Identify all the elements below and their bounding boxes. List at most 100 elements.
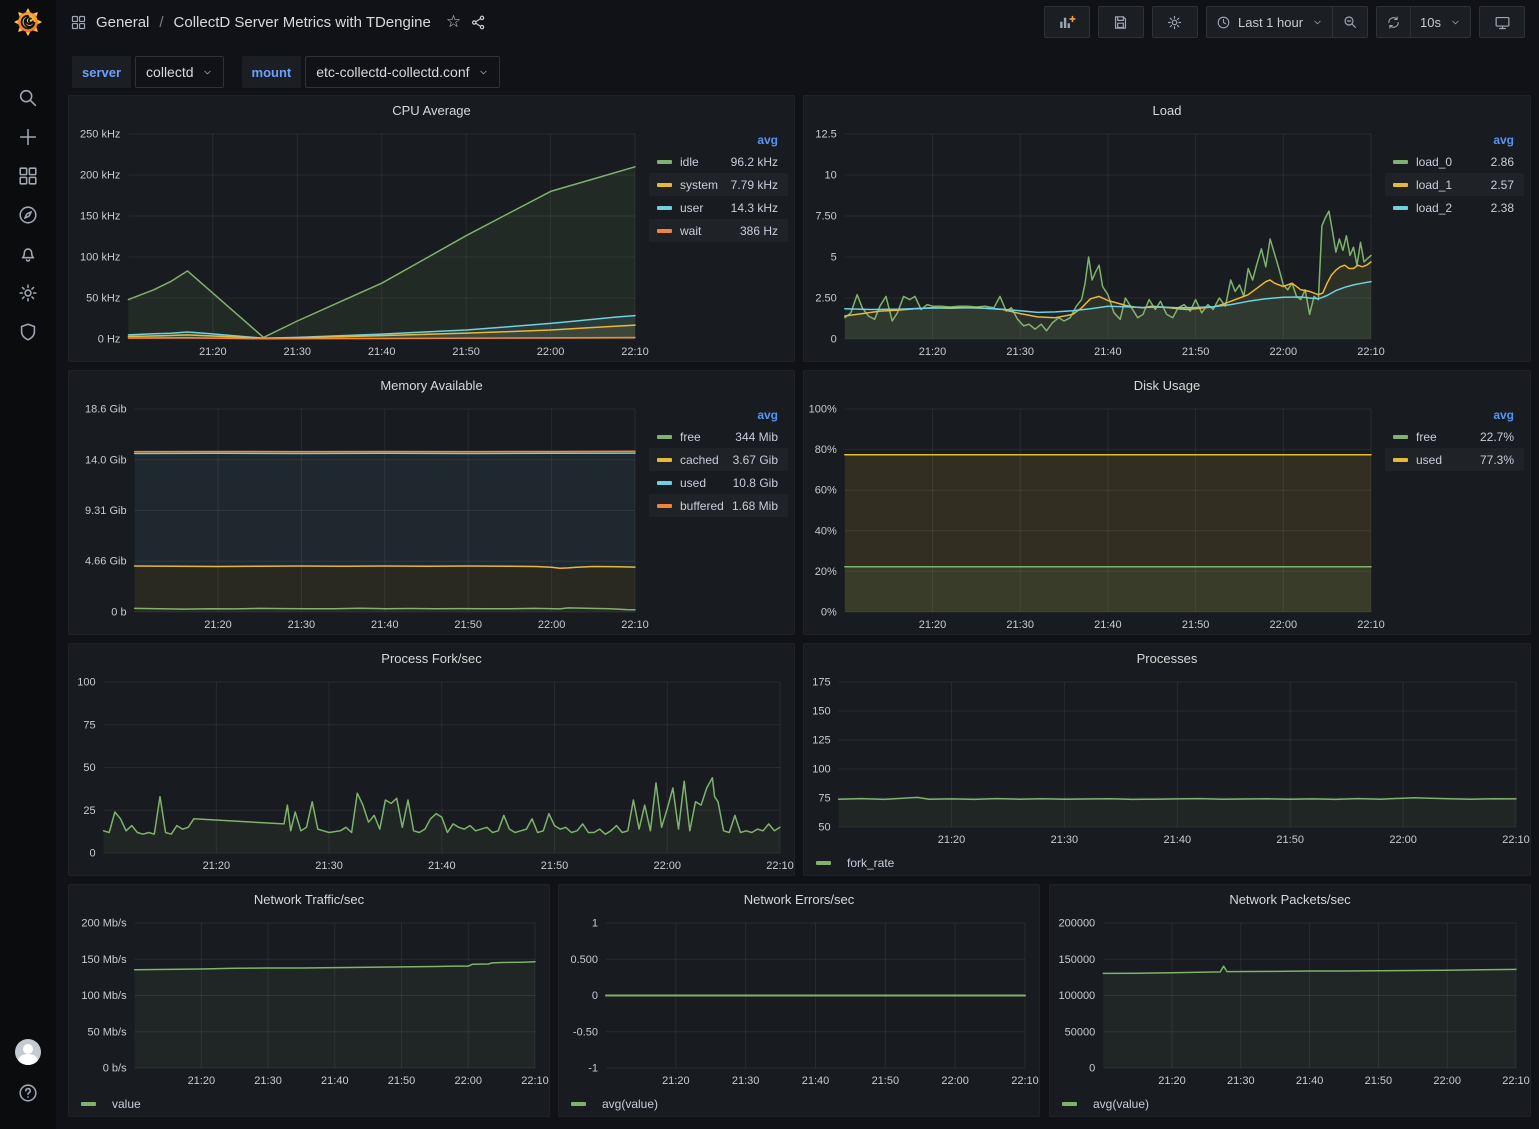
legend-row: idle96.2 kHz [649, 150, 788, 173]
svg-text:21:40: 21:40 [321, 1075, 349, 1087]
legend-series-label[interactable]: free [680, 430, 701, 444]
variable-mount: mount etc-collectd-collectd.conf [242, 56, 500, 88]
legend-bottom: avg(value) [1062, 1097, 1149, 1111]
chart-svg[interactable]: 025507510021:2021:3021:4021:5022:0022:10 [69, 672, 794, 875]
chart-svg[interactable]: -1-0.5000.500121:2021:3021:4021:5022:002… [559, 913, 1039, 1090]
svg-text:22:00: 22:00 [1389, 834, 1417, 846]
svg-text:60%: 60% [815, 485, 837, 497]
chart-svg[interactable]: 0 Hz50 kHz100 kHz150 kHz200 kHz250 kHz21… [69, 124, 649, 361]
chevron-down-icon [1450, 17, 1461, 28]
panel-title[interactable]: Processes [804, 644, 1530, 672]
legend-header-avg[interactable]: avg [649, 407, 788, 425]
legend-series-label[interactable]: value [112, 1097, 141, 1111]
legend-series-label[interactable]: idle [680, 155, 699, 169]
legend-row: cached3.67 Gib [649, 448, 788, 471]
legend-series-label[interactable]: cached [680, 453, 719, 467]
chart-svg[interactable]: 507510012515017521:2021:3021:4021:5022:0… [804, 672, 1530, 849]
refresh-button[interactable] [1377, 7, 1410, 37]
legend-series-label[interactable]: avg(value) [602, 1097, 658, 1111]
kiosk-mode-button[interactable] [1479, 6, 1525, 38]
svg-text:0 b/s: 0 b/s [103, 1063, 127, 1075]
avatar[interactable] [15, 1039, 41, 1065]
svg-text:21:30: 21:30 [1006, 619, 1034, 631]
panel-title[interactable]: Network Packets/sec [1050, 885, 1530, 913]
panel-title[interactable]: Network Traffic/sec [69, 885, 549, 913]
panel-title[interactable]: Process Fork/sec [69, 644, 794, 672]
zoom-out-button[interactable] [1332, 7, 1367, 37]
add-panel-button[interactable] [1044, 6, 1090, 38]
chart-svg[interactable]: 0%20%40%60%80%100%21:2021:3021:4021:5022… [804, 399, 1385, 634]
svg-text:22:00: 22:00 [654, 860, 682, 872]
svg-text:21:50: 21:50 [1182, 346, 1210, 358]
chart-svg[interactable]: 05000010000015000020000021:2021:3021:402… [1050, 913, 1530, 1090]
legend-series-label[interactable]: fork_rate [847, 856, 894, 870]
settings-gear-icon[interactable] [10, 281, 46, 305]
series-color-dash [1393, 458, 1408, 462]
chart-svg[interactable]: 0 b/s50 Mb/s100 Mb/s150 Mb/s200 Mb/s21:2… [69, 913, 549, 1090]
svg-text:21:20: 21:20 [662, 1075, 690, 1087]
time-range-picker[interactable]: Last 1 hour [1207, 7, 1332, 37]
variable-value-dropdown[interactable]: etc-collectd-collectd.conf [305, 56, 499, 88]
refresh-interval-picker[interactable]: 10s [1410, 7, 1470, 37]
dashboards-icon[interactable] [10, 164, 46, 188]
breadcrumb-folder[interactable]: General [96, 14, 149, 31]
grafana-logo[interactable] [0, 0, 56, 44]
share-icon[interactable] [470, 14, 487, 31]
svg-text:22:10: 22:10 [621, 346, 649, 358]
help-icon[interactable] [10, 1081, 46, 1105]
panel-title[interactable]: Disk Usage [804, 371, 1530, 399]
svg-text:22:00: 22:00 [1270, 346, 1298, 358]
refresh-icon [1386, 15, 1401, 30]
legend-row: used 10.8 Gib [649, 471, 788, 494]
save-dashboard-button[interactable] [1098, 6, 1144, 38]
svg-text:21:50: 21:50 [454, 619, 482, 631]
series-color-dash [657, 458, 672, 462]
svg-text:10: 10 [825, 170, 837, 182]
page-title[interactable]: CollectD Server Metrics with TDengine [174, 14, 431, 31]
legend-series-label[interactable]: load_1 [1416, 178, 1452, 192]
clock-icon [1216, 15, 1231, 30]
series-color-dash [1393, 206, 1408, 210]
legend-series-label[interactable]: load_2 [1416, 201, 1452, 215]
legend-series-label[interactable]: system [680, 178, 718, 192]
legend-header-avg[interactable]: avg [1385, 132, 1524, 150]
panel-title[interactable]: Memory Available [69, 371, 794, 399]
legend-series-label[interactable]: buffered [680, 499, 724, 513]
star-icon[interactable]: ☆ [446, 12, 461, 32]
search-icon[interactable] [10, 86, 46, 110]
svg-text:-1: -1 [588, 1063, 598, 1075]
legend-series-label[interactable]: avg(value) [1093, 1097, 1149, 1111]
svg-text:25: 25 [83, 805, 95, 817]
legend-series-label[interactable]: load_0 [1416, 155, 1452, 169]
legend-header-avg[interactable]: avg [1385, 407, 1524, 425]
variable-value-dropdown[interactable]: collectd [135, 56, 223, 88]
legend-series-label[interactable]: free [1416, 430, 1437, 444]
chart-area: 025507510021:2021:3021:4021:5022:0022:10 [69, 672, 794, 875]
legend-row: buffered1.68 Mib [649, 494, 788, 517]
panel-title[interactable]: Load [804, 96, 1530, 124]
svg-text:22:00: 22:00 [1433, 1075, 1461, 1087]
panel-title[interactable]: Network Errors/sec [559, 885, 1039, 913]
svg-text:21:50: 21:50 [872, 1075, 900, 1087]
legend-series-value: 10.8 Gib [733, 476, 778, 490]
legend-series-value: 2.86 [1491, 155, 1514, 169]
explore-compass-icon[interactable] [10, 203, 46, 227]
alerting-bell-icon[interactable] [10, 242, 46, 266]
refresh-interval-label: 10s [1420, 15, 1441, 30]
legend-header-avg[interactable]: avg [649, 132, 788, 150]
legend-series-label[interactable]: used [1416, 453, 1442, 467]
chart-svg[interactable]: 0 b4.66 Gib9.31 Gib14.0 Gib18.6 Gib21:20… [69, 399, 649, 634]
breadcrumb: General / CollectD Server Metrics with T… [70, 12, 487, 32]
legend-series-label[interactable]: wait [680, 224, 701, 238]
plus-icon[interactable] [10, 125, 46, 149]
legend-series-label[interactable]: user [680, 201, 703, 215]
chart-svg[interactable]: 02.5057.501012.521:2021:3021:4021:5022:0… [804, 124, 1385, 361]
legend-series-label[interactable]: used [680, 476, 706, 490]
svg-text:2.50: 2.50 [815, 293, 836, 305]
svg-text:7.50: 7.50 [815, 211, 836, 223]
svg-text:21:40: 21:40 [1094, 619, 1122, 631]
series-color-dash [657, 481, 672, 485]
panel-title[interactable]: CPU Average [69, 96, 794, 124]
admin-shield-icon[interactable] [10, 320, 46, 344]
dashboard-settings-button[interactable] [1152, 6, 1198, 38]
